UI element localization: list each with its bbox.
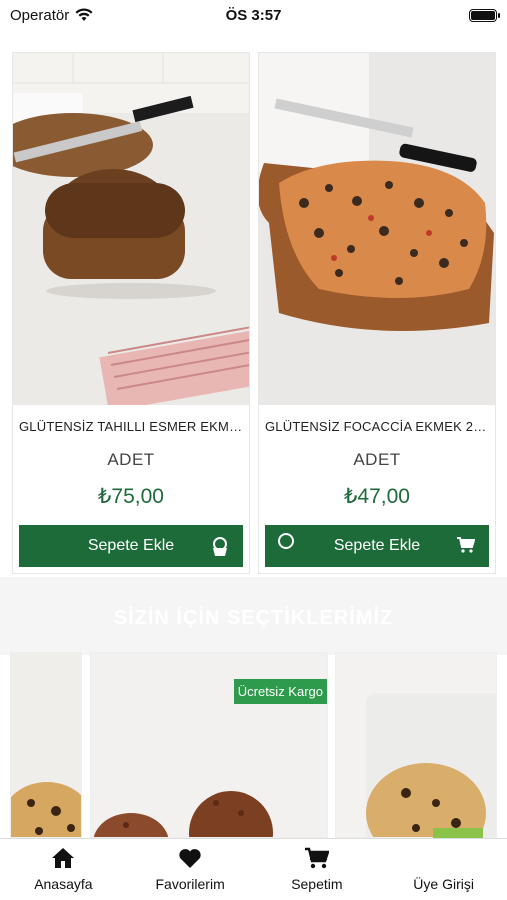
carousel-item[interactable] xyxy=(10,652,82,838)
tab-label: Sepetim xyxy=(291,876,343,892)
recommended-carousel[interactable]: Ücretsiz Kargo xyxy=(0,652,507,838)
tab-login[interactable]: Üye Girişi xyxy=(380,839,507,900)
basket-icon xyxy=(213,537,227,556)
carrier-label: Operatör xyxy=(10,6,70,24)
status-left: Operatör xyxy=(10,7,93,24)
tab-label: Anasayfa xyxy=(34,876,93,892)
product-card[interactable]: GLÜTENSİZ TAHILLI ESMER EKMEK ... ADET ₺… xyxy=(12,52,250,574)
section-title: SİZİN İÇİN SEÇTİKLERİMİZ xyxy=(113,607,394,629)
user-icon xyxy=(432,847,456,869)
tab-label: Üye Girişi xyxy=(413,876,474,892)
product-card[interactable]: GLÜTENSİZ FOCACCİA EKMEK 260 g ADET ₺47,… xyxy=(258,52,496,574)
battery-icon xyxy=(469,8,500,22)
product-unit: ADET xyxy=(107,450,155,469)
heart-icon xyxy=(179,848,201,868)
bottom-tab-bar: Anasayfa Favorilerim Sepetim Üye Girişi xyxy=(0,838,507,900)
product-price: ₺47,00 xyxy=(344,485,410,508)
free-shipping-badge: Ücretsiz Kargo xyxy=(233,679,327,704)
product-title[interactable]: GLÜTENSİZ FOCACCİA EKMEK 260 g xyxy=(259,405,495,434)
tab-home[interactable]: Anasayfa xyxy=(0,839,127,900)
tab-favorites[interactable]: Favorilerim xyxy=(127,839,254,900)
add-to-cart-button[interactable]: Sepete Ekle xyxy=(265,525,489,567)
add-to-cart-label: Sepete Ekle xyxy=(87,537,175,554)
tab-cart[interactable]: Sepetim xyxy=(254,839,381,900)
product-unit: ADET xyxy=(353,450,401,469)
tab-label: Favorilerim xyxy=(155,875,225,892)
loading-ring-icon xyxy=(278,533,294,549)
wifi-icon xyxy=(75,8,93,21)
add-to-cart-label: Sepete Ekle xyxy=(333,537,421,554)
add-to-cart-button[interactable]: Sepete Ekle xyxy=(19,525,243,567)
carousel-item[interactable] xyxy=(335,652,497,838)
cart-icon xyxy=(304,847,329,869)
status-bar: Operatör ÖS 3:57 xyxy=(0,0,507,30)
product-grid: GLÜTENSİZ TAHILLI ESMER EKMEK ... ADET ₺… xyxy=(12,52,496,574)
cart-icon xyxy=(457,537,475,553)
product-title[interactable]: GLÜTENSİZ TAHILLI ESMER EKMEK ... xyxy=(13,405,249,434)
carousel-item[interactable]: Ücretsiz Kargo xyxy=(90,652,328,838)
product-image[interactable] xyxy=(259,53,495,405)
product-image[interactable] xyxy=(13,53,249,405)
home-icon xyxy=(52,848,75,868)
product-price: ₺75,00 xyxy=(98,485,164,508)
